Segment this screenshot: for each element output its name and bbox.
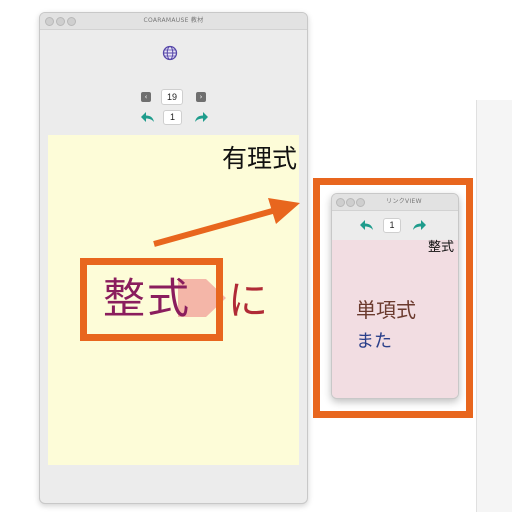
link-view-highlight-frame (313, 178, 473, 418)
